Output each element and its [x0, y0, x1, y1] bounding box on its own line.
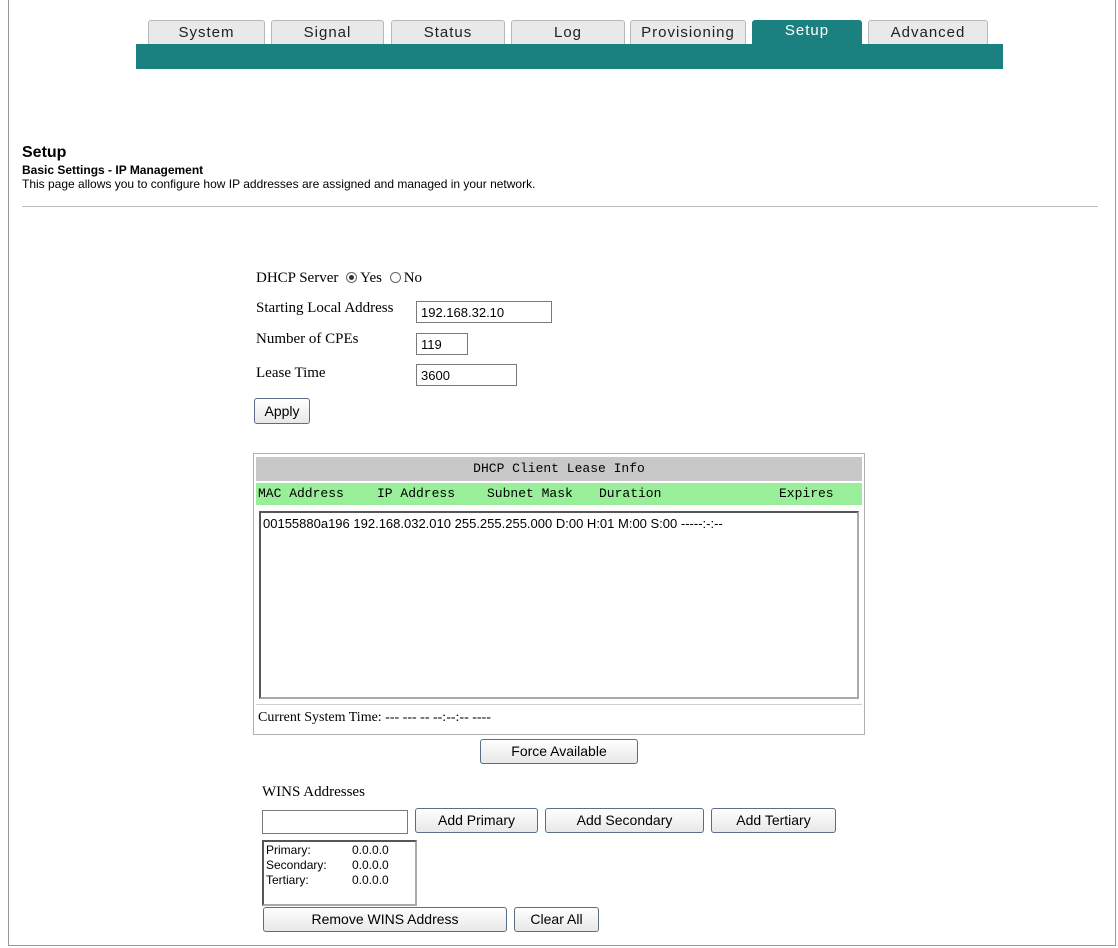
tab-provisioning[interactable]: Provisioning [630, 20, 746, 44]
cpes-input[interactable]: 119 [416, 333, 468, 355]
radio-no-icon[interactable] [389, 272, 401, 283]
wins-address-input[interactable] [262, 810, 408, 834]
tab-advanced[interactable]: Advanced [868, 20, 988, 44]
col-ip: IP Address [377, 486, 456, 501]
page-subtitle: Basic Settings - IP Management [22, 163, 204, 177]
lease-expires: -----:-:-- [680, 516, 723, 531]
wins-secondary-label: Secondary: [266, 858, 327, 872]
lease-listbox[interactable]: 00155880a196 192.168.032.010 255.255.255… [259, 511, 859, 699]
lease-info-panel: DHCP Client Lease Info MAC Address IP Ad… [253, 453, 865, 735]
wins-tertiary-value: 0.0.0.0 [352, 873, 389, 887]
col-duration: Duration [599, 486, 662, 501]
lease-time-input[interactable]: 3600 [416, 364, 517, 386]
apply-button[interactable]: Apply [254, 398, 310, 424]
dhcp-server-label: DHCP Server [256, 270, 339, 286]
lease-time-label: Lease Time [256, 365, 326, 381]
page-title: Setup [22, 144, 67, 161]
radio-yes-icon[interactable] [346, 272, 358, 283]
col-mask: Subnet Mask [487, 486, 573, 501]
tab-underline-bar [136, 44, 1003, 69]
tab-system[interactable]: System [148, 20, 265, 44]
remove-wins-button[interactable]: Remove WINS Address [263, 907, 507, 932]
wins-label: WINS Addresses [262, 784, 365, 800]
tab-status[interactable]: Status [391, 20, 505, 44]
wins-secondary-value: 0.0.0.0 [352, 858, 389, 872]
wins-primary-label: Primary: [266, 843, 311, 857]
wins-primary-value: 0.0.0.0 [352, 843, 389, 857]
dhcp-no-option[interactable]: No [389, 270, 423, 286]
dhcp-server-row: DHCP Server Yes No [256, 270, 422, 287]
dhcp-yes-label: Yes [360, 270, 382, 286]
add-secondary-button[interactable]: Add Secondary [545, 808, 704, 833]
wins-tertiary-label: Tertiary: [266, 873, 309, 887]
dhcp-no-label: No [403, 270, 423, 286]
dhcp-yes-option[interactable]: Yes [346, 270, 382, 286]
tab-signal[interactable]: Signal [271, 20, 384, 44]
divider [22, 206, 1098, 207]
cpes-label: Number of CPEs [256, 331, 359, 347]
lease-mask: 255.255.255.000 [454, 516, 553, 531]
clear-all-button[interactable]: Clear All [514, 907, 599, 932]
lease-column-headers: MAC Address IP Address Subnet Mask Durat… [256, 483, 862, 505]
force-available-button[interactable]: Force Available [480, 739, 638, 764]
starting-address-input[interactable]: 192.168.32.10 [416, 301, 552, 323]
list-item[interactable]: 00155880a196 192.168.032.010 255.255.255… [263, 516, 723, 531]
page-description: This page allows you to configure how IP… [22, 177, 536, 191]
starting-address-label: Starting Local Address [256, 300, 394, 316]
add-primary-button[interactable]: Add Primary [415, 808, 538, 833]
lease-duration: D:00 H:01 M:00 S:00 [555, 516, 678, 531]
add-tertiary-button[interactable]: Add Tertiary [711, 808, 836, 833]
lease-table-title: DHCP Client Lease Info [256, 457, 862, 481]
tab-log[interactable]: Log [511, 20, 625, 44]
col-expires: Expires [779, 486, 834, 501]
current-system-time: Current System Time: --- --- -- --:--:--… [256, 704, 862, 731]
lease-mac: 00155880a196 [263, 516, 350, 531]
col-mac: MAC Address [258, 486, 344, 501]
lease-ip: 192.168.032.010 [353, 516, 451, 531]
tab-setup[interactable]: Setup [752, 20, 862, 44]
wins-listbox[interactable]: Primary: 0.0.0.0 Secondary: 0.0.0.0 Tert… [262, 840, 417, 906]
